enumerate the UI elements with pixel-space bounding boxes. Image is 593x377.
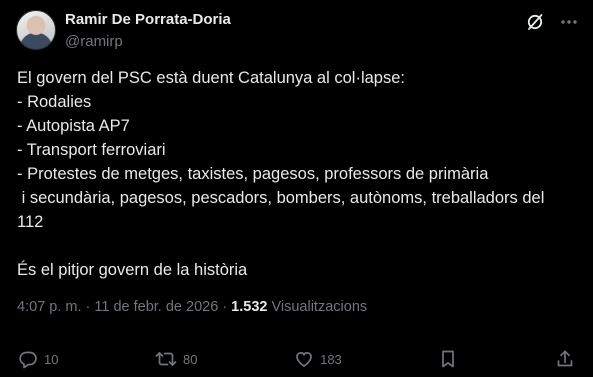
views-count: 1.532 (231, 299, 268, 315)
post-text: El govern del PSC està duent Catalunya a… (17, 66, 582, 282)
post-line (17, 234, 582, 258)
repost-icon (155, 349, 177, 369)
bookmark-icon (438, 349, 458, 369)
post-line: 112 (17, 213, 44, 231)
post-line: És el pitjor govern de la història (17, 261, 248, 279)
more-icon[interactable] (559, 12, 579, 32)
reply-icon (18, 349, 38, 369)
avatar[interactable] (16, 10, 56, 50)
repost-button[interactable]: 80 (155, 349, 198, 369)
reply-button[interactable]: 10 (18, 349, 58, 369)
like-count: 183 (320, 351, 342, 367)
post-line: - Protestes de metges, taxistes, pagesos… (17, 165, 489, 183)
reply-count: 10 (44, 351, 59, 367)
post-meta: 4:07 p. m. · 11 de febr. de 2026 · 1.532… (17, 299, 367, 315)
post-line: - Rodalies (17, 93, 92, 111)
post-line: i secundària, pagesos, pescadors, bomber… (17, 189, 545, 207)
bookmark-button[interactable] (438, 349, 458, 369)
like-button[interactable]: 183 (294, 349, 342, 369)
share-button[interactable] (555, 349, 575, 369)
action-bar: 10 80 183 (18, 348, 575, 370)
post-line: - Autopista AP7 (17, 117, 130, 135)
author-handle[interactable]: @ramirp (65, 33, 123, 50)
post-line: El govern del PSC està duent Catalunya a… (17, 69, 405, 87)
timestamp[interactable]: 4:07 p. m. · 11 de febr. de 2026 · (17, 299, 227, 315)
author-name[interactable]: Ramir De Porrata-Doria (65, 11, 231, 28)
like-icon (294, 349, 314, 369)
share-icon (555, 349, 575, 369)
grok-icon[interactable] (525, 12, 545, 32)
repost-count: 80 (183, 351, 198, 367)
post-line: - Transport ferroviari (17, 141, 166, 159)
views-label: Visualitzacions (271, 299, 368, 315)
